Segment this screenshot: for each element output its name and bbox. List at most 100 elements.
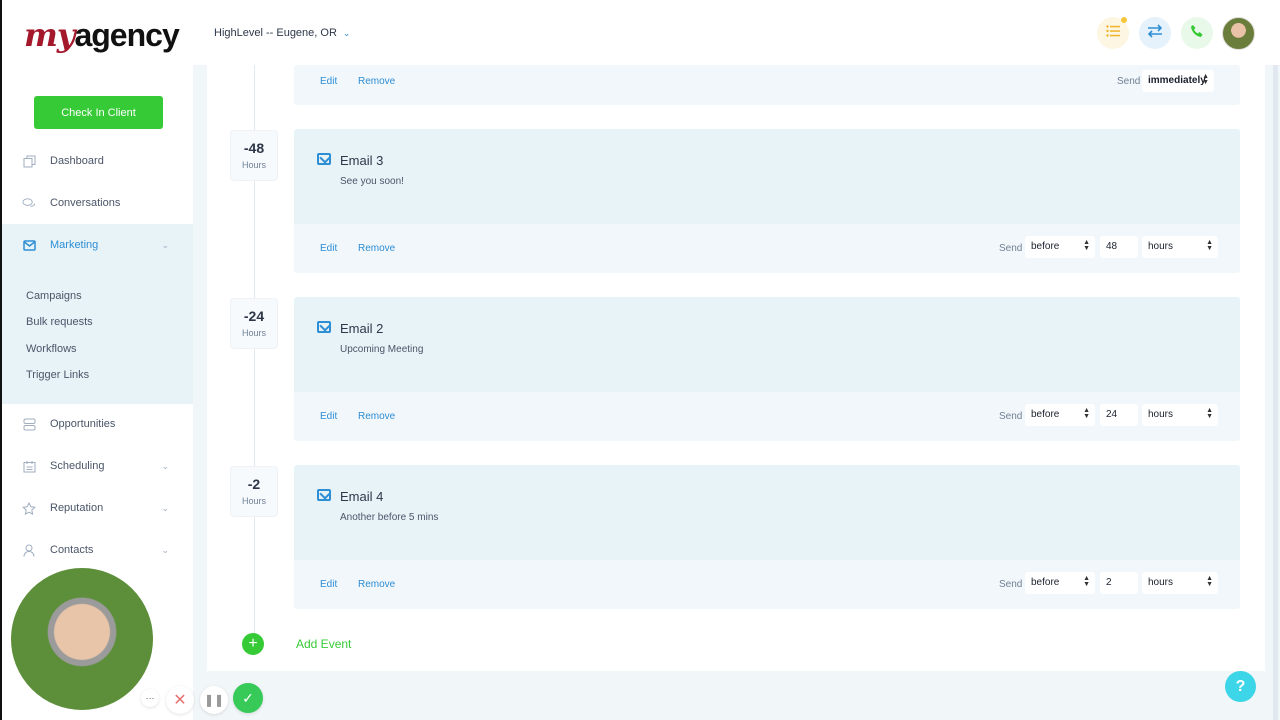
help-icon: ? bbox=[1235, 677, 1246, 695]
send-label: Send bbox=[999, 243, 1023, 254]
chevron-down-icon: ⌄ bbox=[161, 544, 169, 555]
remove-link[interactable]: Remove bbox=[358, 243, 395, 254]
select-arrows-icon: ▲ ▼ bbox=[1206, 239, 1213, 252]
finish-recording-button[interactable]: ✓ bbox=[233, 683, 263, 713]
offset-value: -24 bbox=[243, 308, 265, 324]
send-amount-input[interactable]: 2 bbox=[1100, 572, 1138, 594]
remove-link[interactable]: Remove bbox=[358, 411, 395, 422]
submenu-item-bulk-requests[interactable]: Bulk requests bbox=[26, 316, 93, 328]
sidebar-item-label: Contacts bbox=[50, 544, 94, 556]
chevron-down-icon: ⌄ bbox=[161, 239, 169, 250]
sidebar-item-dashboard[interactable]: Dashboard bbox=[2, 140, 193, 182]
scrollbar[interactable] bbox=[1273, 65, 1278, 720]
top-header: HighLevel -- Eugene, OR ⌄ bbox=[193, 0, 1280, 65]
user-avatar[interactable] bbox=[1222, 17, 1255, 50]
add-event-button[interactable]: + bbox=[242, 633, 264, 655]
remove-link[interactable]: Remove bbox=[358, 76, 395, 87]
mail-icon bbox=[317, 489, 331, 501]
ellipsis-icon: ⋯ bbox=[145, 692, 155, 703]
sidebar-item-label: Scheduling bbox=[50, 460, 105, 472]
offset-unit: Hours bbox=[241, 160, 266, 170]
logo[interactable]: myagency bbox=[24, 16, 180, 54]
sidebar-item-label: Opportunities bbox=[50, 418, 116, 430]
offset-value: -2 bbox=[247, 476, 261, 492]
sidebar-item-contacts[interactable]: Contacts ⌄ bbox=[2, 529, 193, 571]
send-amount-input[interactable]: 48 bbox=[1100, 236, 1138, 258]
cancel-recording-button[interactable]: ✕ bbox=[166, 686, 194, 714]
chevron-down-icon: ⌄ bbox=[342, 28, 351, 38]
send-period-select[interactable]: hours ▲ ▼ bbox=[1142, 572, 1218, 594]
send-when-select[interactable]: before ▲ ▼ bbox=[1025, 572, 1095, 594]
input-value: 2 bbox=[1106, 577, 1112, 588]
pause-recording-button[interactable]: ❚❚ bbox=[200, 686, 228, 714]
location-switcher[interactable]: HighLevel -- Eugene, OR ⌄ bbox=[214, 27, 350, 39]
send-period-select[interactable]: hours ▲ ▼ bbox=[1142, 236, 1218, 258]
chevron-down-icon: ⌄ bbox=[161, 460, 169, 471]
offset-unit: Hours bbox=[241, 496, 266, 506]
select-arrows-icon: ▲ ▼ bbox=[1206, 575, 1213, 588]
send-amount-input[interactable]: 24 bbox=[1100, 404, 1138, 426]
layers-icon bbox=[22, 417, 36, 431]
event-title: Email 3 bbox=[340, 153, 384, 168]
mail-icon bbox=[22, 238, 36, 252]
edit-link[interactable]: Edit bbox=[320, 243, 337, 254]
edit-link[interactable]: Edit bbox=[320, 579, 337, 590]
edit-link[interactable]: Edit bbox=[320, 411, 337, 422]
tasks-button[interactable] bbox=[1097, 17, 1129, 49]
remove-link[interactable]: Remove bbox=[358, 579, 395, 590]
select-value: before bbox=[1031, 577, 1060, 588]
marketing-submenu: Campaigns Bulk requests Workflows Trigge… bbox=[2, 266, 193, 404]
select-value: hours bbox=[1148, 409, 1174, 420]
offset-unit: Hours bbox=[241, 328, 266, 338]
sidebar-item-opportunities[interactable]: Opportunities bbox=[2, 403, 193, 445]
switch-button[interactable] bbox=[1139, 17, 1171, 49]
notification-dot bbox=[1121, 17, 1127, 23]
copy-icon bbox=[22, 154, 36, 168]
plus-icon: + bbox=[248, 635, 258, 652]
send-label: Send bbox=[999, 579, 1023, 590]
check-in-client-button[interactable]: Check In Client bbox=[34, 96, 163, 129]
send-when-select[interactable]: before ▲ ▼ bbox=[1025, 404, 1095, 426]
add-event-link[interactable]: Add Event bbox=[296, 637, 351, 651]
swap-arrows-icon bbox=[1147, 23, 1163, 43]
location-name: HighLevel -- Eugene, OR bbox=[214, 27, 337, 39]
webcam-bubble bbox=[9, 566, 155, 712]
send-when-select[interactable]: before ▲ ▼ bbox=[1025, 236, 1095, 258]
select-arrows-icon: ▲ ▼ bbox=[1202, 73, 1209, 86]
sidebar-item-reputation[interactable]: Reputation ⌄ bbox=[2, 487, 193, 529]
event-subtitle: Another before 5 mins bbox=[340, 512, 439, 523]
event-card-actions: Edit Remove Send immediately ▲ ▼ bbox=[294, 65, 1240, 105]
submenu-item-workflows[interactable]: Workflows bbox=[26, 343, 77, 355]
select-value: before bbox=[1031, 409, 1060, 420]
select-value: hours bbox=[1148, 241, 1174, 252]
select-value: immediately bbox=[1148, 75, 1206, 86]
sidebar-item-marketing[interactable]: Marketing ⌄ bbox=[2, 224, 193, 266]
mail-icon bbox=[317, 321, 331, 333]
send-label: Send bbox=[999, 411, 1023, 422]
logo-suffix: agency bbox=[74, 17, 179, 53]
sidebar-item-label: Dashboard bbox=[50, 155, 104, 167]
send-timing-select[interactable]: immediately ▲ ▼ bbox=[1142, 70, 1214, 92]
submenu-item-campaigns[interactable]: Campaigns bbox=[26, 290, 82, 302]
event-subtitle: See you soon! bbox=[340, 176, 404, 187]
more-options-button[interactable]: ⋯ bbox=[141, 689, 159, 707]
offset-badge: -48 Hours bbox=[230, 130, 278, 181]
sidebar-item-label: Conversations bbox=[50, 197, 121, 209]
event-card-partial: Edit Remove Send immediately ▲ ▼ bbox=[294, 65, 1240, 105]
select-arrows-icon: ▲ ▼ bbox=[1206, 407, 1213, 420]
sidebar-item-scheduling[interactable]: Scheduling ⌄ bbox=[2, 445, 193, 487]
edit-link[interactable]: Edit bbox=[320, 76, 337, 87]
submenu-item-trigger-links[interactable]: Trigger Links bbox=[26, 369, 89, 381]
help-button[interactable]: ? bbox=[1225, 671, 1256, 702]
sidebar-item-label: Reputation bbox=[50, 502, 104, 514]
input-value: 48 bbox=[1106, 241, 1118, 252]
event-card: Email 2 Upcoming Meeting Edit Remove Sen… bbox=[294, 297, 1240, 441]
event-title: Email 2 bbox=[340, 321, 384, 336]
sidebar-item-conversations[interactable]: Conversations bbox=[2, 182, 193, 224]
check-icon: ✓ bbox=[242, 689, 254, 706]
event-title: Email 4 bbox=[340, 489, 384, 504]
send-period-select[interactable]: hours ▲ ▼ bbox=[1142, 404, 1218, 426]
phone-button[interactable] bbox=[1181, 17, 1213, 49]
pause-icon: ❚❚ bbox=[203, 693, 225, 707]
calendar-icon bbox=[22, 459, 36, 473]
